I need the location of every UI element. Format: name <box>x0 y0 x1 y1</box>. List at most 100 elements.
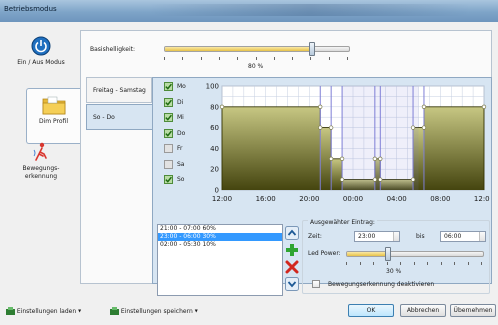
ok-label: OK <box>366 307 376 314</box>
chart-y-tick-label: 40 <box>210 145 219 153</box>
day-2[interactable]: Mi <box>164 113 184 122</box>
dim-profile-chart[interactable]: 0 20 40 60 80 100 12:00 16:00 20:00 00:00 04:00 08… <box>194 82 494 210</box>
time-to-input[interactable]: 06:00 <box>440 231 486 242</box>
save-settings-label: Einstellungen speichern <box>120 307 193 315</box>
list-item[interactable]: 02:00 - 05:30 10% <box>158 241 282 249</box>
chart-x-tick-label: 12:00 <box>474 195 490 203</box>
slider-tick <box>218 57 220 60</box>
slider-tick <box>467 262 469 265</box>
day-6[interactable]: So <box>164 175 184 184</box>
slider-tick <box>413 262 415 265</box>
list-item[interactable]: 21:00 - 07:00 60% <box>158 225 282 233</box>
chart-step-7 <box>423 106 484 190</box>
chart-handle <box>339 177 345 182</box>
delete-entry-button[interactable] <box>285 260 299 274</box>
gear-icon <box>110 307 119 315</box>
list-item[interactable]: 23:00 - 06:00 30% <box>158 233 282 241</box>
chart-handle <box>421 104 427 109</box>
day-label: Do <box>177 129 186 137</box>
led-power-label: Led Power: <box>308 250 341 257</box>
chart-handle <box>219 104 225 109</box>
led-power-ticks <box>346 262 484 265</box>
add-entry-button[interactable] <box>285 243 299 257</box>
chart-x-tick-label: 00:00 <box>343 195 363 203</box>
tab-fri-sat[interactable]: Freitag - Samstag <box>86 77 152 103</box>
cancel-button[interactable]: Abbrechen <box>400 304 446 317</box>
motion-disable-label: Bewegungserkennung deaktivieren <box>328 281 435 288</box>
time-from-label: Zeit: <box>308 233 322 240</box>
chart-y-tick-label: 0 <box>215 187 219 195</box>
chart-x-tick-label: 16:00 <box>256 195 276 203</box>
base-brightness-thumb[interactable] <box>309 42 316 56</box>
led-power-slider[interactable] <box>346 247 484 261</box>
motion-icon <box>33 142 47 161</box>
slider-tick <box>292 57 294 60</box>
checkbox-unchecked-icon[interactable] <box>164 144 173 153</box>
tab-sun-thu[interactable]: So - Do <box>86 104 153 130</box>
move-down-button[interactable] <box>285 277 299 291</box>
chart-handle <box>378 177 383 182</box>
checkbox-checked-icon[interactable] <box>164 82 173 91</box>
nav-item-label: Ein / Aus Modus <box>17 59 65 66</box>
checkbox-checked-icon[interactable] <box>164 97 173 107</box>
chart-svg: 0 20 40 60 80 100 12:00 16:00 20:00 00:00 04:00 08… <box>206 83 494 204</box>
chart-handle <box>410 125 416 130</box>
chart-y-tick-label: 60 <box>210 124 219 132</box>
slider-tick <box>359 262 361 265</box>
base-brightness-slider[interactable] <box>164 42 350 56</box>
tab-label: Freitag - Samstag <box>93 87 146 94</box>
tab-label: So - Do <box>93 114 115 121</box>
chart-handle <box>410 177 416 182</box>
day-4[interactable]: Fr <box>164 144 182 153</box>
motion-disable-checkbox[interactable] <box>312 280 320 288</box>
slider-tick <box>386 262 388 265</box>
slider-tick <box>310 57 312 60</box>
chart-y-tick-label: 80 <box>210 103 219 111</box>
chart-handle <box>378 156 383 161</box>
chart-y-tick-label: 100 <box>206 83 219 91</box>
entries-list[interactable]: 21:00 - 07:00 60% 23:00 - 06:00 30% 02:00 … <box>157 224 283 296</box>
slider-tick <box>481 262 482 265</box>
chevron-down-icon <box>285 277 299 291</box>
save-settings-button[interactable]: Einstellungen speichern ▾ <box>110 307 198 319</box>
day-label: Sa <box>177 160 185 168</box>
checkbox-checked-icon[interactable] <box>164 113 173 122</box>
slider-tick <box>346 262 347 265</box>
move-up-button[interactable] <box>285 226 299 240</box>
slider-tick <box>440 262 442 265</box>
delete-icon <box>285 260 299 274</box>
title-bar-background <box>150 4 470 16</box>
folder-icon <box>42 96 65 115</box>
slider-tick <box>200 57 202 60</box>
day-1[interactable]: Di <box>164 97 183 107</box>
time-to-spinner[interactable] <box>479 232 485 241</box>
chevron-down-icon: ▾ <box>194 307 198 315</box>
led-power-thumb[interactable] <box>384 247 391 261</box>
time-from-input[interactable]: 23:00 <box>354 231 400 242</box>
slider-tick <box>182 57 184 60</box>
nav-item-label: Dim Profil <box>38 118 68 125</box>
day-label: So <box>177 176 185 183</box>
slider-tick <box>427 262 428 265</box>
nav-item-motion[interactable]: Bewegungs- erkennung <box>10 142 72 181</box>
day-0[interactable]: Mo <box>164 82 186 91</box>
chart-y-tick-label: 20 <box>210 166 219 174</box>
day-3[interactable]: Do <box>164 128 186 138</box>
checkbox-unchecked-icon[interactable] <box>164 159 173 169</box>
slider-tick <box>255 57 257 60</box>
load-settings-button[interactable]: Einstellungen laden ▾ <box>6 307 81 319</box>
nav-item-dim-profile[interactable]: Dim Profil <box>26 88 80 144</box>
base-brightness-value: 80 % <box>248 63 264 70</box>
checkbox-checked-icon[interactable] <box>164 175 173 184</box>
checkbox-checked-icon[interactable] <box>164 128 173 138</box>
apply-label: Übernehmen <box>453 307 493 314</box>
load-settings-label: Einstellungen laden <box>16 307 77 315</box>
ok-button[interactable]: OK <box>348 304 394 317</box>
apply-button[interactable]: Übernehmen <box>450 304 496 317</box>
time-from-spinner[interactable] <box>393 232 399 241</box>
selected-entry-label: Ausgewähter Eintrag: <box>308 219 377 226</box>
led-power-value: 30 % <box>386 268 402 275</box>
day-5[interactable]: Sa <box>164 159 185 169</box>
led-power-fill <box>347 252 388 256</box>
nav-item-on-off[interactable]: Ein / Aus Modus <box>10 36 72 66</box>
